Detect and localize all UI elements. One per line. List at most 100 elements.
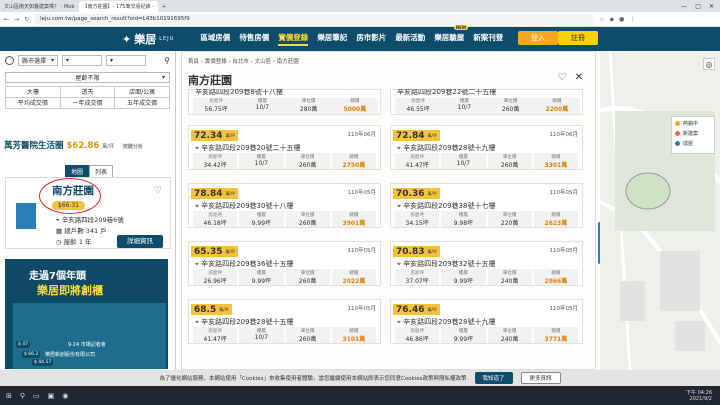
nav-item[interactable]: 新案刊登 <box>473 32 503 46</box>
area-note[interactable]: 按鍵分析 <box>123 144 143 150</box>
breadcrumb: 首頁 › 實價登錄 › 台北市 › 文山區 › 南方莊園 <box>188 59 299 65</box>
transaction-address: ⌖ 辛亥路四段209巷20號二十五樓 <box>195 144 301 152</box>
task-view-icon[interactable]: ▭ <box>33 392 40 400</box>
transaction-date: 110年05月 <box>549 190 579 196</box>
nav-item[interactable]: 樂居筆記 <box>317 32 347 46</box>
area-summary: 萬芳醫院生活圈 $62.86 萬/坪 按鍵分析 <box>4 141 143 151</box>
transaction-date: 110年05月 <box>347 190 377 196</box>
heart-icon[interactable]: ♡ <box>558 72 567 83</box>
transaction-address: ⌖ 辛亥路四段209巷36號十五樓 <box>195 260 294 268</box>
transaction-address: ⌖ 辛亥路四段209巷28號十五樓 <box>195 318 294 326</box>
legend-dot <box>675 131 680 136</box>
nav-item[interactable]: 最新活動 <box>395 32 425 46</box>
transaction-panel: 首頁 › 實價登錄 › 台北市 › 文山區 › 南方莊園 南方莊園 ♡ ✕ 辛亥… <box>181 51 596 370</box>
nav-item-active[interactable]: 實價登錄 <box>278 32 309 46</box>
legend-item: 成屋 <box>675 140 711 147</box>
filter-option[interactable]: 一年成交價 <box>60 98 116 109</box>
forward-icon[interactable]: → <box>14 16 19 23</box>
site-nav: ✦ 樂居 LEJU 區域房價 待售房價 實價登錄 樂居筆記 房市影片 最新活動 … <box>0 25 720 51</box>
legend-item: 熱銷中 <box>675 120 711 127</box>
transaction-date: 110年05月 <box>347 248 377 254</box>
county-select[interactable]: 縣市選擇 ▾ <box>18 55 58 66</box>
filter-option[interactable]: 透天 <box>60 87 116 98</box>
transaction-card[interactable]: 70.83 萬/坪 110年05月 ⌖ 辛亥路四段209巷32號十五樓 房屋坪 37.07… <box>390 241 583 286</box>
search-icon[interactable]: ⚲ <box>164 56 170 65</box>
profile-icon[interactable]: ● <box>619 16 624 23</box>
transaction-card[interactable]: 65.35 萬/坪 110年05月 ⌖ 辛亥路四段209巷36號十五樓 房屋坪 26.96… <box>188 241 381 286</box>
transaction-stats: 房屋坪 34.42坪 樓層 10/7 車位價 260萬 總價 2750萬 <box>193 153 378 169</box>
locate-icon[interactable] <box>5 56 14 65</box>
filter-option[interactable]: 平均成交價 <box>6 98 61 109</box>
site-logo[interactable]: ✦ 樂居 LEJU <box>122 31 174 47</box>
area-price: $62.86 <box>66 141 100 151</box>
browser-tab-active[interactable]: 【南方莊園】- 175筆交易紀錄 - <box>78 1 158 12</box>
transaction-stats: 房屋坪 41.47坪 樓層 10/7 車位價 260萬 總價 3301萬 <box>395 153 580 169</box>
reload-icon[interactable]: ↻ <box>24 16 29 23</box>
minimize-icon[interactable]: — <box>681 3 687 10</box>
register-button[interactable]: 註冊 <box>558 31 598 45</box>
transaction-stats: 房屋坪 26.96坪 樓層 9.99坪 車位價 260萬 總價 2022萬 <box>193 269 378 285</box>
detail-button[interactable]: 詳細資訊 <box>117 235 163 248</box>
project-card[interactable]: 南方莊園 $66.31 ♡ ⌖ 辛亥路四段209巷6號 ▦ 總戶數 341 戶 … <box>5 177 171 249</box>
transaction-address: ⌖ 辛亥路四段209巷32號十五樓 <box>397 260 496 268</box>
filter-option[interactable]: 五年成交價 <box>115 98 170 109</box>
map-price-pin[interactable]: $ 47 <box>16 341 31 348</box>
type-select[interactable]: ▾ <box>106 55 146 66</box>
filter-option[interactable]: 店面/公寓 <box>115 87 170 98</box>
transaction-stats: 房屋坪 46.55坪 樓層 10/7 車位價 260萬 總價 2200萬 <box>395 98 580 114</box>
nav-item[interactable]: 待售房價 <box>239 32 269 46</box>
extension-icon[interactable]: ◆ <box>609 16 614 23</box>
menu-icon[interactable]: ⋮ <box>629 16 635 23</box>
login-button[interactable]: 登入 <box>518 31 558 45</box>
close-icon[interactable]: ✕ <box>575 72 583 83</box>
transaction-card[interactable]: 78.84 萬/坪 110年05月 ⌖ 辛亥路四段209巷30號十八樓 房屋坪 46.18… <box>188 183 381 228</box>
transaction-card[interactable]: 辛亥路四段209巷22號二十五樓 房屋坪 46.55坪 樓層 10/7 車位價 260… <box>390 89 583 115</box>
map-price-pin[interactable]: $ 44.57 <box>32 359 54 366</box>
transaction-card[interactable]: 72.84 萬/坪 110年06月 ⌖ 辛亥路四段209巷28號十九樓 房屋坪 41.47… <box>390 125 583 170</box>
back-icon[interactable]: ← <box>4 16 9 23</box>
project-title: 南方莊園 <box>52 185 94 197</box>
map-price-pin[interactable]: $ 66.2 <box>22 351 41 358</box>
transaction-card[interactable]: 68.5 萬/坪 110年05月 ⌖ 辛亥路四段209巷28號十五樓 房屋坪 41.47坪… <box>188 299 381 344</box>
map-view[interactable] <box>600 51 720 370</box>
new-tab-button[interactable]: + <box>158 1 170 12</box>
transaction-address: ⌖ 辛亥路四段209巷28號十九樓 <box>397 318 496 326</box>
transaction-list: 辛亥路四段209巷8號十八樓 房屋坪 56.75坪 樓層 10/7 車位價 280萬 … <box>188 89 584 369</box>
unit-price-badge: 65.35 萬/坪 <box>191 246 238 257</box>
chrome-icon[interactable]: ◉ <box>62 392 68 400</box>
transaction-card[interactable]: 76.46 萬/坪 110年05月 ⌖ 辛亥路四段209巷28號十九樓 房屋坪 46.86… <box>390 299 583 344</box>
transaction-date: 110年06月 <box>549 132 579 138</box>
district-select[interactable]: ▾ <box>62 55 102 66</box>
search-icon[interactable]: ⚲ <box>20 392 25 400</box>
windows-start-icon[interactable]: ⊞ <box>6 392 12 400</box>
explorer-icon[interactable]: ▣ <box>48 392 55 400</box>
map-legend: 熱銷中 新建案 成屋 <box>671 116 715 154</box>
panel-actions: ♡ ✕ <box>558 72 583 83</box>
nav-item[interactable]: 區域房價 <box>200 32 230 46</box>
browser-tab[interactable]: 文山區南天如養建案嗎？ - Mob <box>0 1 79 12</box>
logo-icon: ✦ <box>122 32 132 46</box>
star-icon[interactable]: ☆ <box>599 16 604 23</box>
transaction-card[interactable]: 辛亥路四段209巷8號十八樓 房屋坪 56.75坪 樓層 10/7 車位價 280萬 … <box>188 89 381 115</box>
unit-price-badge: 78.84 萬/坪 <box>191 188 238 199</box>
nav-item[interactable]: 樂居驗屋 NEW <box>434 25 469 46</box>
transaction-date: 110年05月 <box>549 248 579 254</box>
legend-item: 新建案 <box>675 130 711 137</box>
transaction-stats: 房屋坪 46.86坪 樓層 9.99坪 車位價 240萬 總價 3771萬 <box>395 327 580 343</box>
filter-option[interactable]: 大樓 <box>6 87 61 98</box>
cookie-more-button[interactable]: 更多資訊 <box>520 372 561 384</box>
nav-item[interactable]: 房市影片 <box>356 32 386 46</box>
cookie-accept-button[interactable]: 我知道了 <box>474 372 513 384</box>
project-price-badge: $66.31 <box>52 201 85 210</box>
age-range-select[interactable]: 屋齡不限 ▾ <box>5 72 170 83</box>
address-bar: ← → ↻ leju.com.tw/page_search_result?oid… <box>0 12 720 27</box>
close-icon[interactable]: ✕ <box>709 3 714 10</box>
url-field[interactable]: leju.com.tw/page_search_result?oid=L43b1… <box>34 13 595 25</box>
heart-icon[interactable]: ♡ <box>154 186 162 196</box>
transaction-card[interactable]: 70.36 萬/坪 110年05月 ⌖ 辛亥路四段209巷38號十七樓 房屋坪 34.15… <box>390 183 583 228</box>
nav-menu: 區域房價 待售房價 實價登錄 樂居筆記 房市影片 最新活動 樂居驗屋 NEW 新案… <box>200 25 503 46</box>
browser-tab-strip: 文山區南天如養建案嗎？ - Mob 【南方莊園】- 175筆交易紀錄 - + —… <box>0 0 720 12</box>
locate-icon[interactable]: ◎ <box>703 58 715 70</box>
transaction-card[interactable]: 72.34 萬/坪 110年06月 ⌖ 辛亥路四段209巷20號二十五樓 房屋坪 34.4… <box>188 125 381 170</box>
maximize-icon[interactable]: □ <box>695 3 701 10</box>
